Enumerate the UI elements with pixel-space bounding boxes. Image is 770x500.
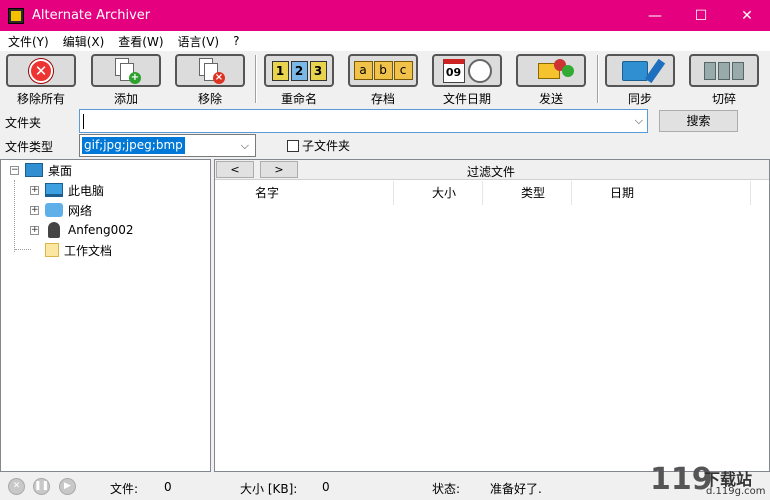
text-caret xyxy=(83,114,84,129)
column-type[interactable]: 类型 xyxy=(483,181,572,205)
add-file-icon: + xyxy=(111,57,141,84)
archive-label: 存档 xyxy=(370,92,395,106)
menu-view[interactable]: 查看(W) xyxy=(110,33,169,50)
add-button[interactable]: + 添加 xyxy=(90,54,162,106)
send-label: 发送 xyxy=(538,92,563,106)
pause-icon[interactable]: ❚❚ xyxy=(33,478,50,495)
files-count-label: 文件: xyxy=(110,482,139,496)
sync-button[interactable]: 同步 xyxy=(604,54,676,106)
archive-button[interactable]: abc 存档 xyxy=(347,54,419,106)
tree-item-work-docs[interactable]: 工作文档 xyxy=(45,240,112,260)
tree-item-label: 此电脑 xyxy=(68,183,105,198)
filetype-combobox[interactable]: gif;jpg;jpeg;bmp ⌵ xyxy=(79,134,256,157)
folder-label: 文件夹 xyxy=(5,116,42,130)
tree-item-label: 工作文档 xyxy=(64,243,113,258)
file-date-button[interactable]: 09 文件日期 xyxy=(431,54,503,106)
subfolder-checkbox[interactable] xyxy=(287,139,299,152)
tree-item-label: 网络 xyxy=(68,203,93,218)
menu-help[interactable]: ? xyxy=(225,34,245,48)
user-icon xyxy=(48,222,60,238)
expand-icon[interactable]: + xyxy=(30,225,39,235)
sync-folder-icon xyxy=(621,58,665,83)
maximize-button[interactable]: ☐ xyxy=(678,0,724,31)
files-count-value: 0 xyxy=(164,480,172,494)
filetype-value: gif;jpg;jpeg;bmp xyxy=(82,137,185,154)
search-button[interactable]: 搜索 xyxy=(659,110,738,132)
status-label: 状态: xyxy=(432,482,461,496)
watermark-url: d.119g.com xyxy=(706,486,766,497)
tree-guide xyxy=(15,249,31,250)
app-icon xyxy=(8,7,24,24)
stop-icon[interactable]: ✕ xyxy=(8,478,25,495)
computer-icon xyxy=(45,183,63,197)
desktop-icon xyxy=(25,163,43,177)
column-name[interactable]: 名字 xyxy=(215,181,394,205)
tree-item-network[interactable]: + 网络 xyxy=(30,200,92,220)
remove-all-button[interactable]: ✕ 移除所有 xyxy=(5,54,77,106)
toolbar-separator xyxy=(255,55,257,103)
shredder-icon xyxy=(704,61,744,80)
status-value: 准备好了. xyxy=(490,482,542,496)
rename-label: 重命名 xyxy=(280,92,317,106)
size-label: 大小 [KB]: xyxy=(240,482,298,496)
folder-combobox[interactable]: ⌵ xyxy=(79,109,648,133)
toolbar: ✕ 移除所有 + 添加 × 移除 123 重命名 abc 存档 09 文件日期 … xyxy=(0,51,770,107)
folder-tree[interactable]: − 桌面 + 此电脑 + 网络 + Anfeng002 工作文档 xyxy=(0,159,211,472)
folder-icon xyxy=(45,243,59,257)
remove-file-icon: × xyxy=(195,57,225,84)
prev-button[interactable]: < xyxy=(216,161,254,178)
expand-icon[interactable]: + xyxy=(30,185,39,195)
title-bar: Alternate Archiver — ☐ ✕ xyxy=(0,0,770,31)
tree-item-user[interactable]: + Anfeng002 xyxy=(30,220,134,240)
archive-icon: abc xyxy=(353,61,413,80)
close-button[interactable]: ✕ xyxy=(724,0,770,31)
collapse-icon[interactable]: − xyxy=(10,165,19,175)
column-size[interactable]: 大小 xyxy=(394,181,483,205)
chevron-down-icon[interactable]: ⌵ xyxy=(635,114,643,128)
menu-bar: 文件(Y) 编辑(X) 查看(W) 语言(V) ? xyxy=(0,31,770,51)
filetype-label: 文件类型 xyxy=(5,140,54,154)
remove-all-label: 移除所有 xyxy=(16,92,65,106)
calendar-clock-icon: 09 xyxy=(442,58,492,83)
expand-icon[interactable]: + xyxy=(30,205,39,215)
file-date-label: 文件日期 xyxy=(442,92,491,106)
file-list-panel: < > 过滤文件 名字 大小 类型 日期 xyxy=(214,159,770,472)
window-title: Alternate Archiver xyxy=(32,8,151,23)
site-watermark: 119 下载站 d.119g.com xyxy=(650,462,768,500)
toolbar-separator xyxy=(597,55,599,103)
tree-item-this-pc[interactable]: + 此电脑 xyxy=(30,180,104,200)
filter-files-label: 过滤文件 xyxy=(467,165,516,179)
rename-button[interactable]: 123 重命名 xyxy=(263,54,335,106)
next-button[interactable]: > xyxy=(260,161,298,178)
chevron-down-icon[interactable]: ⌵ xyxy=(241,139,249,153)
remove-all-icon: ✕ xyxy=(29,58,53,83)
subfolder-option[interactable]: 子文件夹 xyxy=(287,137,350,154)
filter-bar: < > 过滤文件 xyxy=(215,160,769,180)
remove-button[interactable]: × 移除 xyxy=(174,54,246,106)
column-date[interactable]: 日期 xyxy=(572,181,751,205)
tree-item-label: Anfeng002 xyxy=(68,223,134,237)
tree-item-label: 桌面 xyxy=(48,163,73,178)
minimize-button[interactable]: — xyxy=(632,0,678,31)
sync-label: 同步 xyxy=(627,92,652,106)
menu-language[interactable]: 语言(V) xyxy=(170,33,226,50)
send-button[interactable]: 发送 xyxy=(515,54,587,106)
subfolder-label: 子文件夹 xyxy=(302,139,351,153)
remove-label: 移除 xyxy=(197,92,222,106)
tree-guide xyxy=(14,180,15,252)
network-icon xyxy=(45,203,63,217)
rename-icon: 123 xyxy=(271,60,327,81)
tree-item-desktop[interactable]: − 桌面 xyxy=(10,160,72,180)
play-icon[interactable]: ▶ xyxy=(59,478,76,495)
size-value: 0 xyxy=(322,480,330,494)
menu-file[interactable]: 文件(Y) xyxy=(0,33,55,50)
add-label: 添加 xyxy=(113,92,138,106)
shred-button[interactable]: 切碎 xyxy=(688,54,760,106)
menu-edit[interactable]: 编辑(X) xyxy=(55,33,111,50)
shred-label: 切碎 xyxy=(711,92,736,106)
send-mail-icon xyxy=(528,57,574,85)
